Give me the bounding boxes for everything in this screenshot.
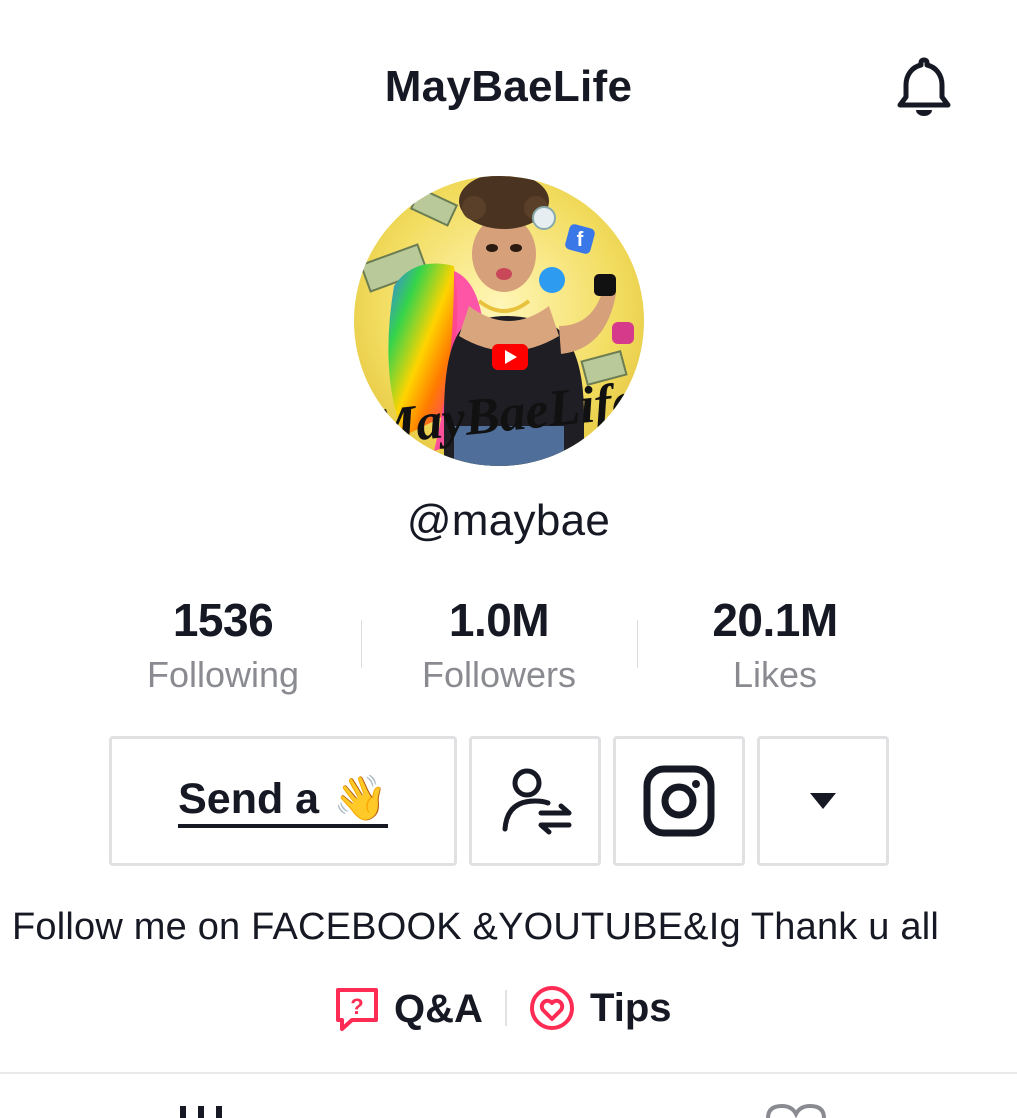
qa-link[interactable]: ? Q&A xyxy=(334,986,483,1032)
friends-button[interactable] xyxy=(469,736,601,866)
tips-link[interactable]: Tips xyxy=(528,984,672,1032)
avatar[interactable]: f MayBaeLife xyxy=(354,176,644,466)
stat-likes-label: Likes xyxy=(732,654,818,695)
tips-heart-icon xyxy=(530,986,574,1030)
profile-bio: Follow me on FACEBOOK &YOUTUBE&Ig Thank … xyxy=(12,906,939,948)
send-wave-label-wrap: Send a 👋 xyxy=(178,774,388,828)
profile-handle: @maybae xyxy=(406,496,611,545)
send-wave-button[interactable]: Send a 👋 xyxy=(109,736,457,866)
stat-likes-value: 20.1M xyxy=(712,594,838,646)
bell-icon[interactable] xyxy=(890,52,958,120)
more-options-button[interactable] xyxy=(757,736,889,866)
stat-following[interactable]: 1536 Following xyxy=(85,592,361,702)
stat-followers-value: 1.0M xyxy=(448,594,550,646)
tips-label: Tips xyxy=(590,985,672,1030)
liked-heart-icon[interactable] xyxy=(764,1102,828,1118)
caret-down-icon xyxy=(810,793,836,809)
svg-text:f: f xyxy=(577,229,584,251)
question-bubble-icon: ? xyxy=(336,988,378,1031)
stat-following-label: Following xyxy=(146,654,300,695)
waving-hand-icon: 👋 xyxy=(333,774,388,823)
stat-followers-label: Followers xyxy=(421,654,577,695)
user-switch-icon xyxy=(502,768,572,835)
svg-text:?: ? xyxy=(350,994,363,1019)
stat-following-value: 1536 xyxy=(172,594,274,646)
instagram-icon xyxy=(643,765,715,837)
page-title: MayBaeLife xyxy=(384,62,633,111)
grid-icon[interactable] xyxy=(176,1100,228,1118)
send-wave-label: Send a xyxy=(178,775,320,823)
stat-followers[interactable]: 1.0M Followers xyxy=(361,592,637,702)
link-divider xyxy=(505,990,507,1026)
instagram-button[interactable] xyxy=(613,736,745,866)
qa-label: Q&A xyxy=(394,986,483,1031)
stat-likes: 20.1M Likes xyxy=(637,592,913,702)
tabs-divider xyxy=(0,1072,1017,1074)
avatar-image: f MayBaeLife xyxy=(354,176,644,466)
